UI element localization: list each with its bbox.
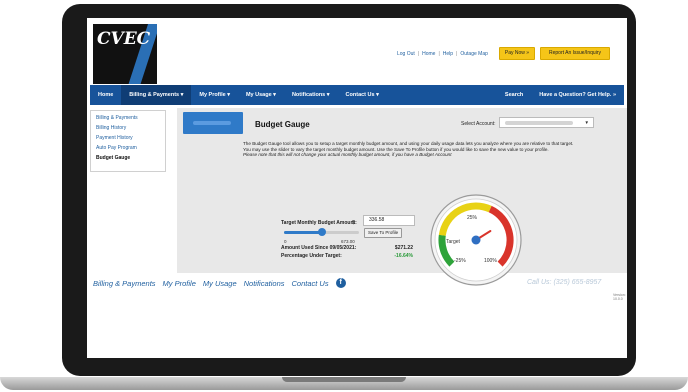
gauge-hub	[471, 235, 481, 245]
nav-notifications[interactable]: Notifications ▾	[284, 85, 338, 105]
sidebar-item-billing-history[interactable]: Billing History	[96, 125, 160, 131]
target-amount-input[interactable]: 336.58	[363, 215, 415, 226]
nav-my-usage[interactable]: My Usage ▾	[238, 85, 284, 105]
budget-gauge-panel: Budget Gauge Select Account: ▼ The Budge…	[177, 108, 627, 286]
description-paragraph: The Budget Gauge tool allows you to setu…	[243, 141, 574, 146]
nav-home[interactable]: Home	[90, 85, 121, 105]
footer-nav: Billing & Payments My Profile My Usage N…	[93, 278, 346, 288]
browser-screen: CVEC Log Out | Home | Help | Outage Map …	[87, 18, 627, 358]
account-banner-image	[183, 112, 243, 134]
slider-max-label: 673.00	[341, 239, 355, 244]
link-separator: |	[438, 51, 440, 57]
link-separator: |	[417, 51, 420, 57]
help-link[interactable]: Help	[443, 51, 453, 57]
pay-now-button[interactable]: Pay Now »	[499, 47, 535, 60]
percent-under-value: -16.64%	[394, 253, 413, 259]
utility-links: Log Out | Home | Help | Outage Map	[397, 51, 488, 57]
description-note: Please note that this will not change yo…	[243, 152, 452, 158]
amount-used-label: Amount Used Since 09/05/2021:	[281, 245, 357, 251]
slider-min-label: 0	[284, 239, 287, 244]
chevron-down-icon: ▼	[584, 120, 589, 125]
footer-link-billing[interactable]: Billing & Payments	[93, 279, 156, 288]
sidebar-item-payment-history[interactable]: Payment History	[96, 135, 160, 141]
logout-link[interactable]: Log Out	[397, 51, 415, 57]
call-us-text: Call Us: (325) 655-8957	[527, 279, 602, 286]
home-link[interactable]: Home	[422, 51, 435, 57]
gauge-tick-neg25: -25%	[454, 258, 466, 264]
select-account-label: Select Account:	[461, 121, 496, 127]
laptop-base-notch	[282, 377, 406, 382]
report-issue-button[interactable]: Report An Issue/Inquiry	[540, 47, 610, 60]
save-to-profile-button[interactable]: Save To Profile	[364, 228, 403, 238]
sidebar-item-budget-gauge[interactable]: Budget Gauge	[96, 155, 160, 161]
nav-contact-us[interactable]: Contact Us ▾	[338, 85, 387, 105]
outage-map-link[interactable]: Outage Map	[460, 51, 488, 57]
footer-link-notifications[interactable]: Notifications	[244, 279, 285, 288]
gauge-tick-25: 25%	[467, 215, 478, 221]
slider-thumb[interactable]	[317, 228, 326, 236]
cvec-logo[interactable]: CVEC	[93, 24, 157, 84]
sidebar-item-billing-payments[interactable]: Billing & Payments	[96, 115, 160, 121]
target-amount-label: Target Monthly Budget Amount:	[281, 220, 357, 226]
budget-gauge: 25% Target -25% 100%	[430, 194, 522, 286]
blurred-banner-text	[193, 121, 231, 125]
footer-link-contact[interactable]: Contact Us	[292, 279, 329, 288]
gauge-tick-100: 100%	[484, 258, 497, 264]
footer-link-usage[interactable]: My Usage	[203, 279, 237, 288]
redacted-account-value	[505, 121, 573, 125]
logo-text: CVEC	[97, 29, 151, 49]
main-nav: Home Billing & Payments ▾ My Profile ▾ M…	[90, 85, 624, 105]
budget-slider[interactable]	[284, 228, 359, 236]
nav-search[interactable]: Search	[497, 85, 531, 105]
nav-get-help[interactable]: Have a Question? Get Help. »	[531, 85, 624, 105]
account-select[interactable]: ▼	[499, 117, 594, 128]
currency-symbol: $	[352, 220, 355, 226]
version-text: Version: 10.0.0	[613, 293, 626, 301]
billing-sidebar: Billing & Payments Billing History Payme…	[90, 110, 166, 172]
footer-link-profile[interactable]: My Profile	[163, 279, 196, 288]
amount-used-value: $271.22	[394, 245, 413, 251]
percent-under-label: Percentage Under Target:	[281, 253, 342, 259]
link-separator: |	[456, 51, 458, 57]
nav-my-profile[interactable]: My Profile ▾	[191, 85, 238, 105]
gauge-target-label: Target	[446, 239, 461, 245]
sidebar-item-auto-pay[interactable]: Auto Pay Program	[96, 145, 160, 151]
page-title: Budget Gauge	[255, 120, 310, 129]
slider-fill	[284, 231, 322, 234]
facebook-icon[interactable]: f	[335, 278, 346, 288]
description-text: The Budget Gauge tool allows you to setu…	[243, 141, 613, 158]
nav-billing-payments[interactable]: Billing & Payments ▾	[121, 85, 192, 105]
